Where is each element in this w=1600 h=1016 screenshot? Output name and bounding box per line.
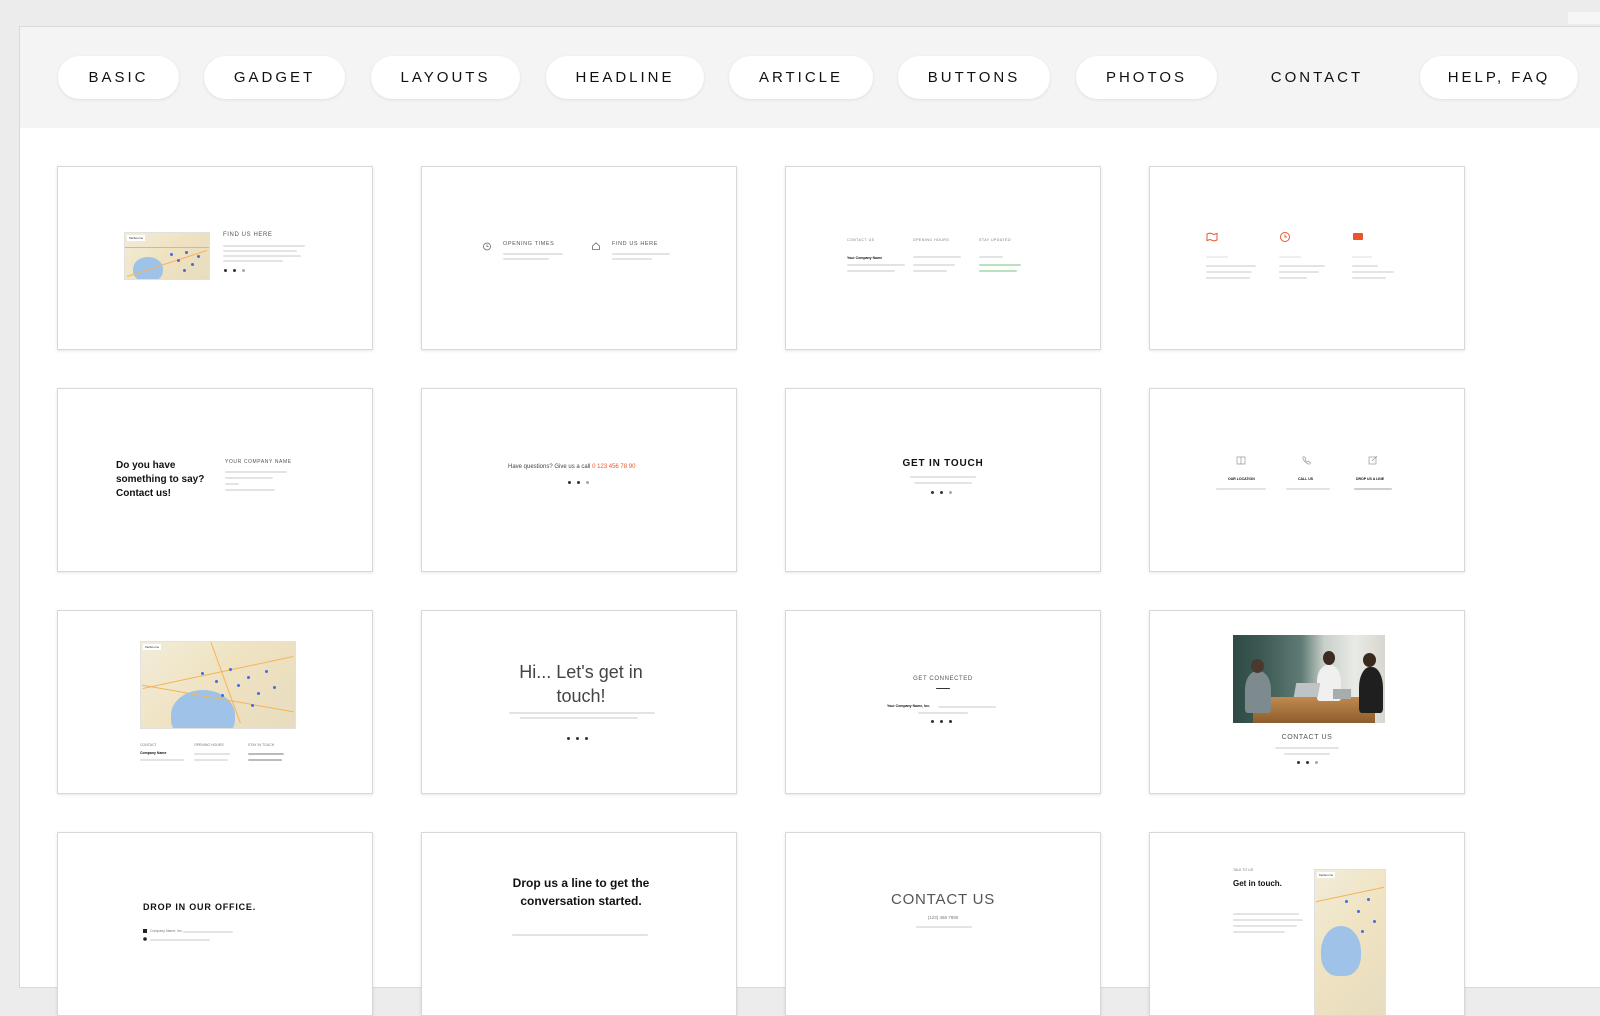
- card-headline: CONTACT US: [890, 891, 996, 908]
- clock-icon: [1279, 231, 1291, 243]
- card-heading: GET CONNECTED: [913, 676, 973, 682]
- social-icons: [1294, 760, 1321, 766]
- book-icon: [1236, 455, 1246, 465]
- company-name: Company Name: [140, 751, 167, 755]
- column-heading: CONTACT US: [847, 238, 875, 242]
- template-card-photo-contact-us[interactable]: CONTACT US: [1149, 610, 1465, 794]
- template-card-give-us-a-call[interactable]: Have questions? Give us a call 0 123 456…: [421, 388, 737, 572]
- column-heading: STAY UPDATED: [979, 238, 1011, 242]
- card-headline: Drop us a line to get the conversation s…: [512, 876, 650, 908]
- social-icons: [564, 736, 591, 742]
- column-heading: DROP US A LINE: [1356, 477, 1385, 481]
- tab-gadget[interactable]: GADGET: [204, 56, 345, 99]
- template-grid: Melbourne FIND US HERE OPENING TIMES FIN…: [20, 128, 1600, 1016]
- call-prompt: Have questions? Give us a call 0 123 456…: [508, 464, 636, 470]
- card-heading: CONTACT US: [1281, 734, 1333, 741]
- template-card-get-in-touch-map[interactable]: TALK TO US Get in touch. Melbourne: [1149, 832, 1465, 1016]
- company-name: Your Company Name, Inc.: [887, 704, 931, 708]
- template-card-location-call-line[interactable]: OUR LOCATION CALL US DROP US A LINE: [1149, 388, 1465, 572]
- template-card-map-with-columns[interactable]: Melbourne CONTACT OPENING HOURS STAY IN …: [57, 610, 373, 794]
- template-card-hi-lets-get-in-touch[interactable]: Hi... Let's get in touch!: [421, 610, 737, 794]
- column-heading: OUR LOCATION: [1228, 477, 1255, 481]
- card-headline: GET IN TOUCH: [902, 458, 984, 469]
- template-card-get-connected[interactable]: GET CONNECTED Your Company Name, Inc.: [785, 610, 1101, 794]
- card-heading: Get in touch.: [1233, 879, 1282, 888]
- template-card-get-in-touch[interactable]: GET IN TOUCH: [785, 388, 1101, 572]
- company-name: Your Company Name: [847, 256, 883, 260]
- company-name: Company Name, Inc.: [150, 929, 183, 933]
- column-heading: STAY IN TOUCH: [248, 743, 275, 747]
- meeting-photo: [1233, 635, 1385, 723]
- card-headline: Do you have something to say? Contact us…: [116, 460, 205, 499]
- template-card-opening-times[interactable]: OPENING TIMES FIND US HERE: [421, 166, 737, 350]
- column-heading: OPENING HOURS: [194, 743, 224, 747]
- template-card-icon-columns[interactable]: [1149, 166, 1465, 350]
- social-icons: [928, 719, 955, 725]
- phone-icon: [1302, 455, 1312, 465]
- opening-times-heading: OPENING TIMES: [503, 241, 555, 247]
- tab-photos[interactable]: PHOTOS: [1076, 56, 1217, 99]
- column-heading: OPENING HOURS: [913, 238, 950, 242]
- home-icon: [591, 241, 601, 251]
- map-pin-icon: [143, 929, 147, 933]
- card-headline: DROP IN OUR OFFICE.: [143, 902, 257, 912]
- social-icons: [221, 268, 248, 274]
- window-edge: [1568, 12, 1600, 24]
- tab-buttons[interactable]: BUTTONS: [898, 56, 1050, 99]
- map-thumbnail: Melbourne: [140, 641, 296, 729]
- category-tab-bar: BASIC GADGET LAYOUTS HEADLINE ARTICLE BU…: [20, 27, 1600, 128]
- tab-basic[interactable]: BASIC: [58, 56, 179, 99]
- phone-number: 0 123 456 78 90: [592, 464, 636, 470]
- template-card-something-to-say[interactable]: Do you have something to say? Contact us…: [57, 388, 373, 572]
- template-card-contact-us-centered[interactable]: CONTACT US (123) 456 7890: [785, 832, 1101, 1016]
- tab-headline[interactable]: HEADLINE: [546, 56, 704, 99]
- social-icons: [928, 490, 955, 496]
- find-us-heading: FIND US HERE: [612, 241, 659, 247]
- phone-number: (123) 456 7890: [927, 915, 959, 920]
- alarm-clock-icon: [482, 241, 492, 251]
- card-heading: FIND US HERE: [223, 232, 273, 238]
- edit-icon: [1368, 455, 1378, 465]
- template-picker-panel: BASIC GADGET LAYOUTS HEADLINE ARTICLE BU…: [19, 26, 1600, 1016]
- tab-layouts[interactable]: LAYOUTS: [371, 56, 520, 99]
- map-icon: [1206, 232, 1218, 242]
- template-card-drop-us-a-line[interactable]: Drop us a line to get the conversation s…: [421, 832, 737, 1016]
- tab-contact[interactable]: CONTACT: [1242, 56, 1392, 99]
- template-card-drop-in-our-office[interactable]: DROP IN OUR OFFICE. Company Name, Inc.: [57, 832, 373, 1016]
- company-heading: YOUR COMPANY NAME: [225, 459, 292, 465]
- chat-icon: [1352, 232, 1364, 242]
- card-headline: Hi... Let's get in touch!: [519, 662, 643, 706]
- phone-icon: [143, 937, 147, 941]
- tab-help-faq[interactable]: HELP, FAQ: [1420, 56, 1578, 99]
- map-thumbnail: Melbourne: [1314, 869, 1386, 1015]
- social-icons: [565, 480, 592, 486]
- tab-article[interactable]: ARTICLE: [729, 56, 873, 99]
- template-card-find-us-here[interactable]: Melbourne FIND US HERE: [57, 166, 373, 350]
- map-thumbnail: Melbourne: [124, 232, 210, 280]
- template-card-contact-three-columns[interactable]: CONTACT US OPENING HOURS STAY UPDATED Yo…: [785, 166, 1101, 350]
- column-heading: CONTACT: [140, 743, 157, 747]
- column-heading: CALL US: [1298, 477, 1314, 481]
- small-heading: TALK TO US: [1233, 868, 1254, 872]
